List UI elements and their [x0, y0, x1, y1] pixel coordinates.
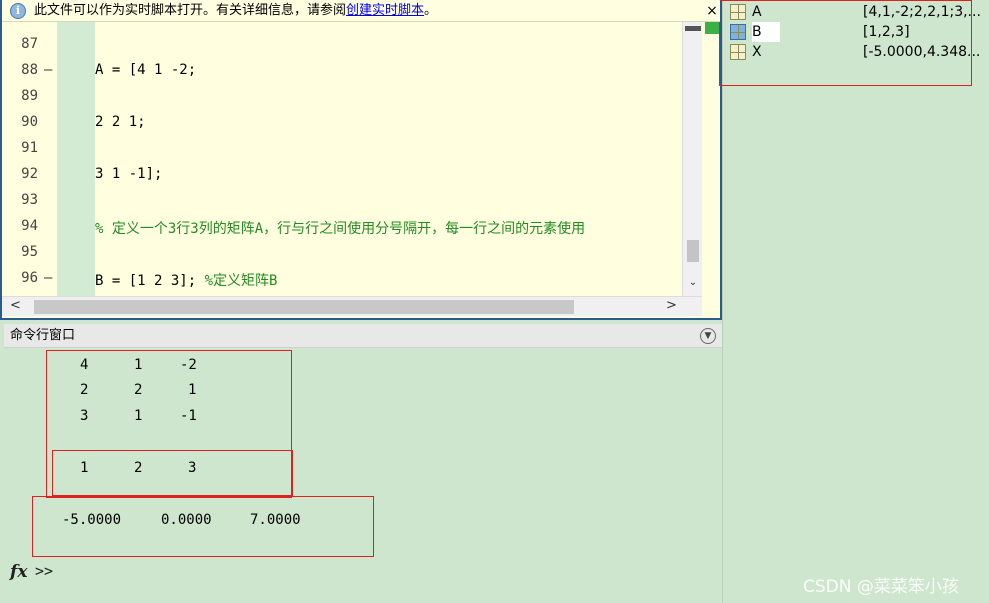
scroll-thumb[interactable]: [34, 300, 574, 314]
line-number: 93: [21, 192, 38, 208]
watermark: CSDN @菜菜笨小孩: [803, 577, 959, 597]
line-number: 90: [21, 114, 38, 130]
line-number: 92: [21, 166, 38, 182]
editor-horizontal-scrollbar[interactable]: < >: [2, 296, 702, 316]
command-prompt[interactable]: >>: [35, 562, 53, 580]
editor-panel: i 此文件可以作为实时脚本打开。有关详细信息，请参阅创建实时脚本。 × 87 8…: [0, 0, 722, 320]
breakpoint-dash[interactable]: —: [44, 270, 52, 286]
breakpoint-dash[interactable]: —: [44, 62, 52, 78]
line-number: 87: [21, 36, 38, 52]
annotation-box-matrix-b: [52, 450, 293, 496]
command-window-header: 命令行窗口 ▼: [4, 324, 722, 348]
function-browser-icon[interactable]: fx: [10, 562, 27, 582]
annotation-box-result-x: [32, 496, 374, 557]
scroll-down-icon[interactable]: ⌄: [683, 277, 703, 293]
code-indent-strip: [57, 22, 95, 296]
scroll-top-bar: [685, 26, 701, 31]
command-window-title: 命令行窗口: [10, 328, 76, 343]
info-icon: i: [10, 3, 26, 19]
code-line[interactable]: 2 2 1;: [95, 114, 146, 130]
info-message: 此文件可以作为实时脚本打开。有关详细信息，请参阅创建实时脚本。: [34, 3, 438, 18]
line-number: 96: [21, 270, 38, 286]
inline-comment: %定义矩阵B: [196, 273, 278, 289]
workspace-panel: [728, 0, 989, 603]
line-number: 88: [21, 62, 38, 78]
chevron-down-icon[interactable]: ▼: [700, 328, 716, 344]
code-line[interactable]: 3 1 -1];: [95, 166, 162, 182]
line-number: 89: [21, 88, 38, 104]
code-comment-line[interactable]: % 定义一个3行3列的矩阵A，行与行之间使用分号隔开，每一行之间的元素使用: [95, 218, 585, 238]
code-line[interactable]: A = [4 1 -2;: [95, 62, 196, 78]
scroll-left-icon[interactable]: <: [10, 298, 21, 313]
code-line[interactable]: B = [1 2 3]; %定义矩阵B: [95, 270, 277, 290]
scroll-right-icon[interactable]: >: [666, 298, 677, 313]
close-icon[interactable]: ×: [702, 0, 720, 22]
scroll-thumb[interactable]: [687, 240, 699, 262]
annotation-box-workspace: [719, 0, 972, 86]
status-indicator: [705, 22, 720, 34]
editor-vertical-scrollbar[interactable]: ⌄: [682, 22, 702, 296]
line-number: 95: [21, 244, 38, 260]
line-number: 91: [21, 140, 38, 156]
live-script-info-bar: i 此文件可以作为实时脚本打开。有关详细信息，请参阅创建实时脚本。 ×: [2, 0, 720, 22]
line-number: 94: [21, 218, 38, 234]
create-live-script-link[interactable]: 创建实时脚本: [346, 3, 424, 18]
